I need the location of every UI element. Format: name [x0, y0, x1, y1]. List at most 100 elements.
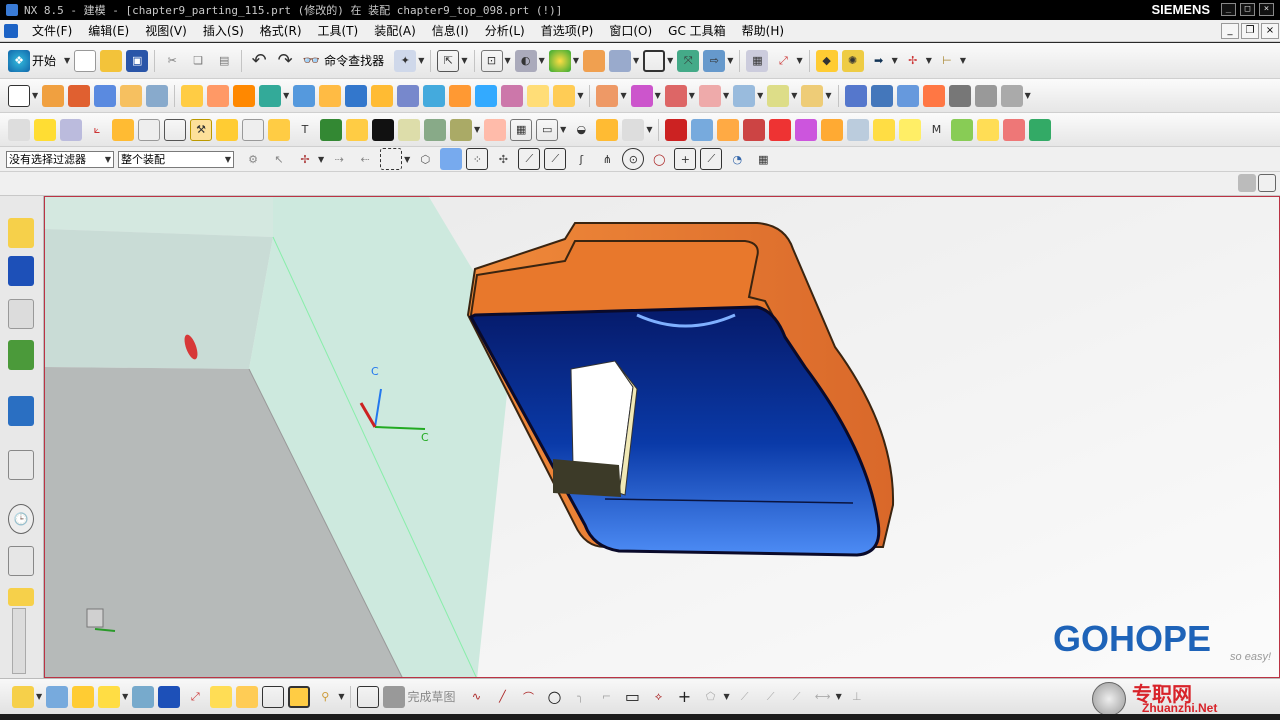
- doc-restore-button[interactable]: ❐: [1241, 23, 1259, 39]
- polygon-icon[interactable]: ⟡: [647, 686, 669, 708]
- dimension-icon[interactable]: ⟷: [812, 686, 834, 708]
- deselect-icon[interactable]: ⇠: [354, 148, 376, 170]
- insert-sketch-icon[interactable]: [12, 685, 34, 708]
- runner-icon[interactable]: [484, 118, 507, 141]
- cut-icon[interactable]: ✂: [161, 50, 183, 72]
- maximize-button[interactable]: □: [1240, 3, 1255, 16]
- doc-minimize-button[interactable]: _: [1221, 23, 1239, 39]
- point-snap-icon[interactable]: ⁘: [466, 148, 489, 170]
- datum-icon[interactable]: [46, 685, 69, 708]
- restore-panel-icon[interactable]: [1258, 174, 1276, 192]
- cylinder-icon[interactable]: [120, 84, 143, 107]
- shaded-sphere-icon[interactable]: [548, 49, 571, 72]
- bounded-grid-icon[interactable]: ▦: [752, 148, 774, 170]
- fillet-icon[interactable]: ╮: [569, 686, 591, 708]
- layer-icon[interactable]: [582, 49, 605, 72]
- text-icon[interactable]: T: [294, 119, 316, 141]
- green-arrow-icon[interactable]: [951, 118, 974, 141]
- rectangle-select-icon[interactable]: [380, 148, 403, 170]
- cooling-icon[interactable]: [801, 84, 824, 107]
- add-component-icon[interactable]: [98, 685, 121, 708]
- line-icon[interactable]: ╱: [491, 686, 513, 708]
- cavity-icon[interactable]: [698, 84, 721, 107]
- background-icon[interactable]: [643, 49, 666, 72]
- extend-sheet-icon[interactable]: [974, 84, 997, 107]
- select-icon[interactable]: ↖: [268, 148, 290, 170]
- doc-close-button[interactable]: ×: [1261, 23, 1279, 39]
- extrude-icon[interactable]: [42, 84, 65, 107]
- sync-icon[interactable]: [132, 685, 155, 708]
- component-icon[interactable]: [72, 685, 95, 708]
- clip-icon[interactable]: ⚲: [314, 686, 336, 708]
- assembly-navigator-icon[interactable]: ⇨: [703, 49, 726, 72]
- move-component-icon[interactable]: ⤢: [184, 686, 206, 708]
- menu-gc-toolbox[interactable]: GC 工具箱: [660, 20, 734, 42]
- part-navigator-tab-icon[interactable]: [8, 299, 34, 329]
- chevron-down-icon[interactable]: ▼: [64, 56, 70, 65]
- open-folder-icon[interactable]: [100, 49, 123, 72]
- draft-icon[interactable]: [293, 84, 316, 107]
- workpiece-icon[interactable]: [60, 118, 82, 141]
- existing-point-icon[interactable]: +: [674, 148, 697, 170]
- filter-settings-icon[interactable]: ⚙: [242, 148, 264, 170]
- assembly-navigator-tab-icon[interactable]: [8, 218, 34, 248]
- sew-icon[interactable]: [553, 84, 576, 107]
- select-pointer-icon[interactable]: ⇱: [437, 49, 460, 72]
- menu-preferences[interactable]: 首选项(P): [533, 20, 602, 42]
- unite-icon[interactable]: [181, 84, 204, 107]
- intersection-icon[interactable]: ⋔: [596, 148, 618, 170]
- direct-sketch-icon[interactable]: [357, 685, 380, 708]
- arc-snap-icon[interactable]: ✣: [492, 148, 514, 170]
- web-browser-tab-icon[interactable]: [8, 396, 34, 426]
- project-icon[interactable]: [8, 118, 30, 141]
- grid-icon[interactable]: ▦: [510, 118, 533, 141]
- menu-tools[interactable]: 工具(T): [310, 20, 367, 42]
- shell-icon[interactable]: [259, 84, 282, 107]
- replace-face-icon[interactable]: [501, 84, 524, 107]
- analysis-icon[interactable]: ✺: [841, 49, 864, 72]
- point-on-face-icon[interactable]: ◔: [726, 148, 748, 170]
- menu-assembly[interactable]: 装配(A): [366, 20, 424, 42]
- green-stairs-icon[interactable]: [1029, 118, 1052, 141]
- box-outline-icon[interactable]: [691, 118, 714, 141]
- graphics-window[interactable]: C C GOHOPE so easy!: [44, 196, 1280, 678]
- minimize-button[interactable]: _: [1221, 3, 1236, 16]
- chamfer-sketch-icon[interactable]: ⌐: [595, 686, 617, 708]
- profile-icon[interactable]: ∿: [465, 686, 487, 708]
- patch-icon[interactable]: [1000, 84, 1023, 107]
- sheet-icon[interactable]: [242, 118, 264, 141]
- menu-edit[interactable]: 编辑(E): [80, 20, 137, 42]
- gate-icon[interactable]: [450, 118, 472, 141]
- quick-trim-icon[interactable]: ⟋: [734, 686, 756, 708]
- start-button[interactable]: 开始: [32, 52, 56, 69]
- blend-icon[interactable]: [319, 84, 342, 107]
- undo-icon[interactable]: ↶: [248, 50, 270, 72]
- body-select-icon[interactable]: ⬡: [414, 148, 436, 170]
- quick-extend-icon[interactable]: ⟋: [760, 686, 782, 708]
- selection-filter-dropdown[interactable]: 没有选择过滤器 ▼: [6, 150, 114, 168]
- rectangle-icon[interactable]: ▭: [621, 686, 643, 708]
- hole-icon[interactable]: [146, 84, 169, 107]
- slider-icon[interactable]: [346, 118, 368, 141]
- green-block-icon[interactable]: [320, 118, 342, 141]
- reposition-icon[interactable]: [210, 685, 233, 708]
- sub-insert-icon[interactable]: [398, 118, 420, 141]
- thicken-icon[interactable]: [527, 84, 550, 107]
- paste-icon[interactable]: ▤: [213, 50, 235, 72]
- core-icon[interactable]: [664, 84, 687, 107]
- subtract-icon[interactable]: [207, 84, 230, 107]
- move-icon[interactable]: [717, 118, 740, 141]
- point-sketch-icon[interactable]: +: [673, 686, 695, 708]
- red-cube-icon[interactable]: [665, 118, 688, 141]
- face-select-icon[interactable]: [440, 148, 463, 170]
- edit-icon[interactable]: [34, 118, 56, 141]
- mesh-surface-icon[interactable]: [870, 84, 893, 107]
- arc-icon[interactable]: ⌒: [517, 686, 539, 708]
- surface-icon[interactable]: [844, 84, 867, 107]
- intersect-icon[interactable]: [233, 84, 256, 107]
- pattern-icon[interactable]: [449, 84, 472, 107]
- pocket-icon[interactable]: ▭: [536, 118, 559, 141]
- close-button[interactable]: ×: [1259, 3, 1274, 16]
- scope-dropdown[interactable]: 整个装配 ▼: [118, 150, 234, 168]
- quick-pick-icon[interactable]: ⇢: [328, 148, 350, 170]
